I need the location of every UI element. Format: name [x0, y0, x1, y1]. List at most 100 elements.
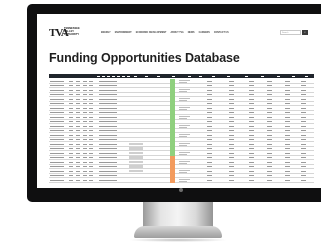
cell-text [89, 80, 93, 82]
cell-text [285, 130, 290, 131]
cell-text [69, 179, 73, 181]
column-header[interactable] [102, 75, 105, 77]
cell-text [249, 157, 254, 158]
column-header[interactable] [227, 75, 230, 77]
cell-text [207, 152, 212, 154]
column-header[interactable] [261, 75, 264, 77]
cell-text [99, 94, 117, 95]
column-header[interactable] [199, 75, 202, 77]
cell-text [69, 175, 73, 176]
cell-text [207, 112, 212, 113]
cell-text [267, 130, 272, 131]
column-header[interactable] [122, 75, 125, 77]
cell-text [285, 125, 290, 127]
cell-text [301, 130, 306, 131]
nav-item-news[interactable]: NEWS [188, 32, 195, 34]
cell-text [301, 139, 306, 140]
cell-text [207, 175, 212, 176]
cell-button[interactable] [129, 156, 143, 159]
nav-item-environment[interactable]: ENVIRONMENT [115, 32, 132, 34]
column-header[interactable] [127, 75, 130, 77]
cell-text [76, 175, 80, 176]
cell-text [76, 166, 80, 167]
cell-text [267, 143, 272, 145]
cell-text [285, 116, 290, 118]
column-header[interactable] [112, 75, 115, 77]
cell-text [249, 179, 254, 181]
cell-text [83, 139, 87, 140]
column-header[interactable] [305, 75, 308, 77]
cell-text [69, 134, 73, 136]
cell-button[interactable] [129, 151, 143, 155]
cell-text [76, 116, 80, 118]
cell-text [50, 94, 64, 95]
cell-text [285, 179, 290, 181]
cell-text [229, 134, 234, 136]
column-header[interactable] [145, 75, 148, 77]
cell-text [229, 125, 234, 127]
cell-text [50, 121, 64, 122]
cell-text [50, 80, 64, 82]
cell-text [50, 170, 64, 172]
column-header[interactable] [188, 75, 191, 77]
cell-text [50, 134, 64, 136]
main-nav: ENERGY ENVIRONMENT ECONOMIC DEVELOPMENT ABO… [101, 32, 229, 34]
cell-text [229, 98, 234, 100]
cell-text [99, 80, 117, 82]
nav-item-careers[interactable]: CAREERS [199, 32, 210, 34]
cell-button[interactable] [129, 165, 143, 168]
cell-text [99, 175, 117, 176]
cell-text [76, 112, 80, 113]
column-header[interactable] [277, 75, 280, 77]
column-header[interactable] [292, 75, 295, 77]
cell-text [229, 121, 234, 122]
search-button[interactable]: ⌕ [302, 30, 308, 35]
cell-text [229, 80, 234, 82]
column-header[interactable] [172, 75, 175, 77]
cell-button[interactable] [129, 142, 143, 146]
cell-text [285, 89, 290, 91]
nav-item-energy[interactable]: ENERGY [101, 32, 111, 34]
cell-text [83, 116, 87, 118]
cell-text [267, 112, 272, 113]
cell-button[interactable] [129, 160, 143, 164]
cell-button[interactable] [129, 169, 143, 173]
column-header[interactable] [245, 75, 248, 77]
cell-button[interactable] [129, 147, 143, 150]
cell-text [83, 89, 87, 91]
search-input[interactable]: Search [280, 30, 301, 35]
nav-item-about-tva[interactable]: ABOUT TVA [170, 32, 183, 34]
column-header[interactable] [157, 75, 160, 77]
cell-text [207, 94, 212, 95]
cell-text [50, 166, 64, 167]
cell-text [50, 179, 64, 181]
tva-logo-text[interactable]: TENNESSEE VALLEY AUTHORITY [64, 27, 94, 36]
nav-item-economic-development[interactable]: ECONOMIC DEVELOPMENT [136, 32, 167, 34]
cell-text [229, 107, 234, 109]
cell-text [69, 116, 73, 118]
cell-text [229, 112, 234, 113]
cell-text [76, 85, 80, 86]
cell-text [301, 170, 306, 172]
cell-text [207, 125, 212, 127]
cell-text [267, 94, 272, 95]
cell-text [301, 80, 306, 82]
cell-text [207, 85, 212, 86]
cell-text [229, 116, 234, 118]
cell-text [285, 112, 290, 113]
cell-text [285, 152, 290, 154]
cell-description [179, 162, 187, 164]
cell-text [267, 170, 272, 172]
cell-text [301, 89, 306, 91]
column-header[interactable] [97, 75, 100, 77]
cell-text [76, 121, 80, 122]
tva-logo-mark[interactable]: TVA [49, 28, 69, 39]
cell-text [83, 125, 87, 127]
column-header[interactable] [212, 75, 215, 77]
cell-text [301, 112, 306, 113]
column-header[interactable] [134, 75, 137, 77]
nav-item-contact-us[interactable]: CONTACT US [214, 32, 229, 34]
cell-text [69, 85, 73, 86]
column-header[interactable] [107, 75, 110, 77]
column-header[interactable] [117, 75, 120, 77]
